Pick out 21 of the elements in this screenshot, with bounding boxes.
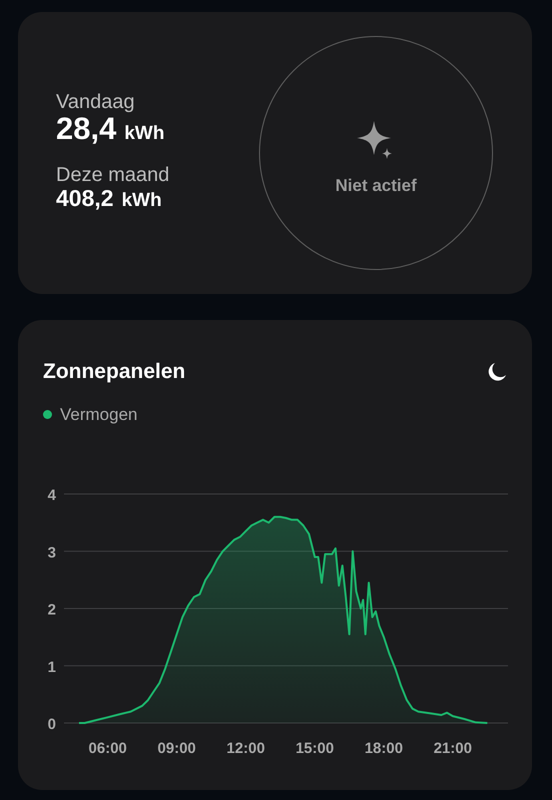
status-text: Niet actief xyxy=(335,175,417,198)
stat-unit: kWh xyxy=(124,122,164,146)
moon-icon[interactable] xyxy=(486,360,508,383)
axis-label: 3 xyxy=(48,544,56,562)
stat-unit: kWh xyxy=(122,189,162,213)
axis-label: 0 xyxy=(48,716,56,733)
axis-label: 1 xyxy=(48,658,56,676)
stat-label: Deze maand xyxy=(56,164,170,186)
axis-label: 4 xyxy=(48,487,56,504)
legend-label: Vermogen xyxy=(60,404,138,426)
axis-label: 09:00 xyxy=(158,740,196,757)
axis-label: 12:00 xyxy=(226,740,265,757)
axis-label: 18:00 xyxy=(364,740,403,757)
axis-label: 06:00 xyxy=(88,740,127,757)
stat-value: 28,4 xyxy=(56,112,116,146)
axis-label: 15:00 xyxy=(296,740,334,757)
stat-label: Vandaag xyxy=(56,90,136,112)
card-title: Zonnepanelen xyxy=(43,359,186,385)
stat-value: 408,2 xyxy=(56,186,114,210)
axis-label: 21:00 xyxy=(434,740,472,757)
axis-label: 2 xyxy=(48,602,56,618)
